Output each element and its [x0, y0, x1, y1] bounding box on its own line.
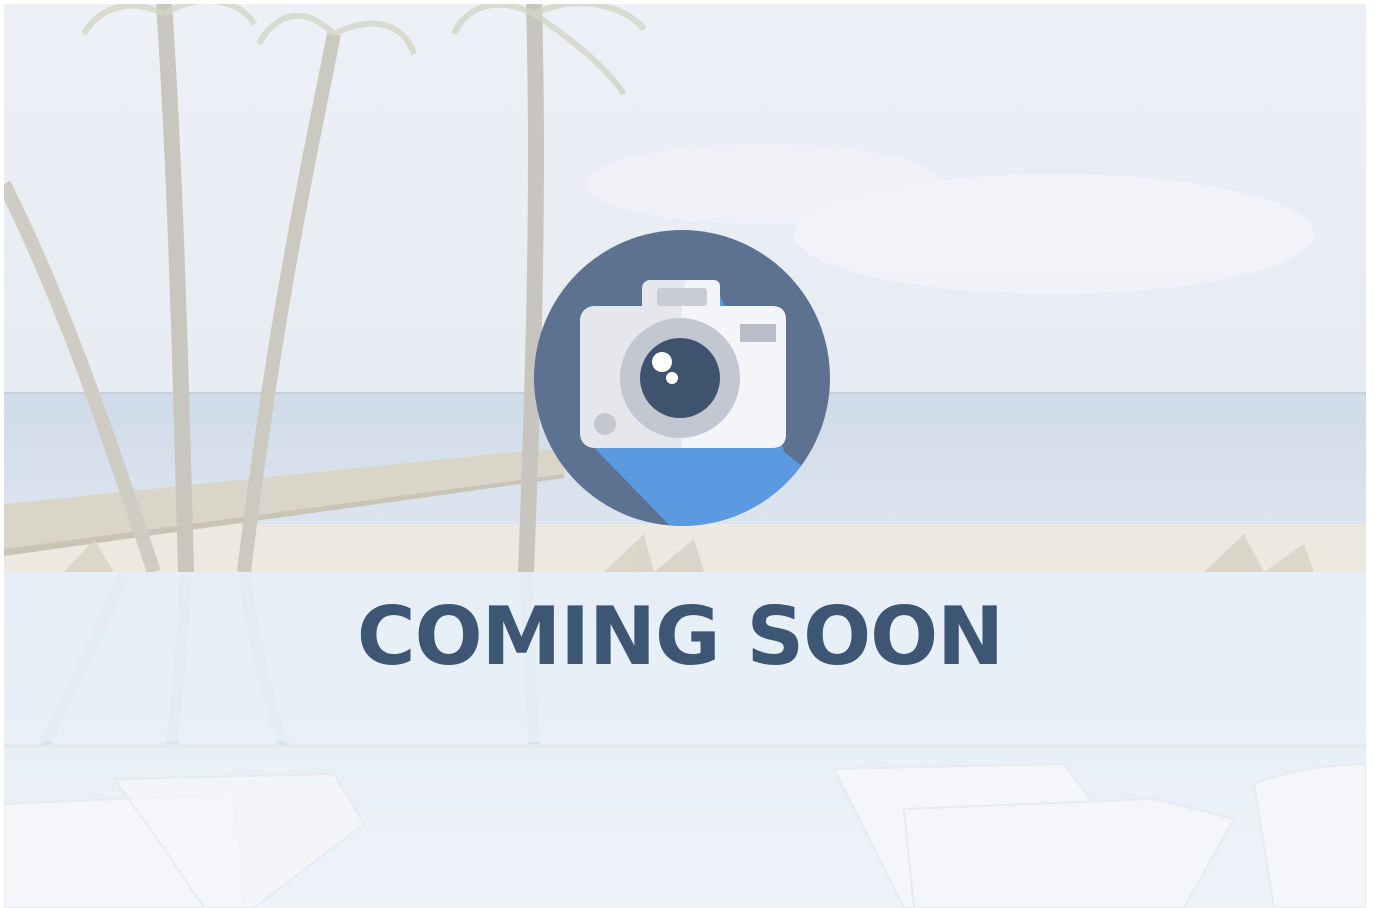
placeholder-image: COMING SOON — [4, 4, 1366, 908]
coming-soon-title: COMING SOON — [356, 590, 1004, 683]
camera-icon — [534, 230, 830, 526]
